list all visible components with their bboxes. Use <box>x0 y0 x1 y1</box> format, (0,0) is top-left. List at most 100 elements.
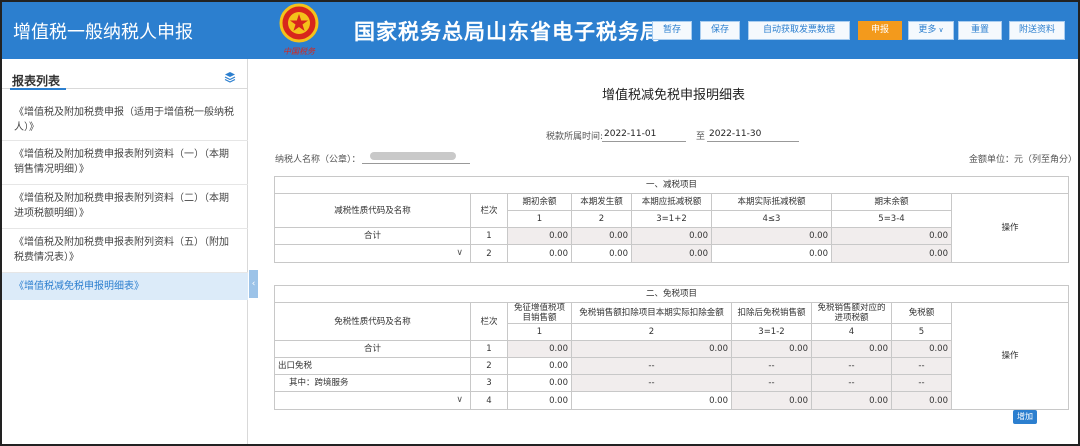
row-number: 1 <box>470 340 508 358</box>
table-row: 其中：跨境服务 3 0.00 -- -- -- -- <box>274 374 1069 392</box>
cell-value: 0.00 <box>731 391 812 410</box>
cell-value: -- <box>731 357 812 375</box>
more-menu-button[interactable]: 更多 ∨ <box>908 21 954 40</box>
cell-input[interactable]: 0.00 <box>571 391 732 410</box>
reduction-col-num: 3=1+2 <box>631 210 712 228</box>
cell-input[interactable]: 0.00 <box>507 244 572 263</box>
period-to-input[interactable] <box>707 126 799 142</box>
reduction-col-num: 1 <box>507 210 572 228</box>
exemption-col-op: 操作 <box>950 302 1070 410</box>
row-number: 1 <box>470 227 508 245</box>
exemption-col-name: 免税性质代码及名称 <box>274 302 471 341</box>
cell-value: 0.00 <box>891 340 952 358</box>
reduction-col-num: 2 <box>571 210 632 228</box>
exemption-col-row: 栏次 <box>470 302 508 341</box>
exemption-col-num: 5 <box>891 323 952 341</box>
reset-button[interactable]: 重置 <box>958 21 1002 40</box>
exemption-col-header: 免税销售额对应的进项税额 <box>811 302 892 324</box>
auto-fetch-invoice-button[interactable]: 自动获取发票数据 <box>748 21 850 40</box>
row-number: 2 <box>470 357 508 375</box>
reduction-code-select[interactable]: ∨ <box>274 244 471 263</box>
sidebar-header: 报表列表 <box>2 59 247 90</box>
exemption-col-num: 3=1-2 <box>731 323 812 341</box>
period-label: 税款所属时间: <box>546 132 604 142</box>
sidebar: 报表列表 《增值税及附加税费申报（适用于增值税一般纳税人）》 《增值税及附加税费… <box>2 59 248 444</box>
sidebar-title: 报表列表 <box>12 74 61 88</box>
layers-icon[interactable] <box>224 71 236 83</box>
cell-input[interactable]: 0.00 <box>711 244 832 263</box>
cell-input[interactable]: 0.00 <box>507 391 572 410</box>
op-cell: 增加 <box>1013 410 1037 424</box>
sidebar-item-schedule-5[interactable]: 《增值税及附加税费申报表附列资料（五）（附加税费情况表）》 <box>2 229 248 273</box>
reduction-col-num: 4≤3 <box>711 210 832 228</box>
cell-value: 0.00 <box>631 227 712 245</box>
cell-value: 0.00 <box>891 391 952 410</box>
chevron-down-icon: ∨ <box>456 248 463 258</box>
row-number: 3 <box>470 374 508 392</box>
cell-input[interactable]: 0.00 <box>507 357 572 375</box>
cell-value: 0.00 <box>711 227 832 245</box>
reduction-table: 一、减税项目 减税性质代码及名称 栏次 期初余额 本期发生额 本期应抵减税额 本… <box>273 176 1070 263</box>
cell-value: 0.00 <box>571 227 632 245</box>
row-name: 合计 <box>274 227 471 245</box>
cell-value: -- <box>731 374 812 392</box>
table-row: 合计 1 0.00 0.00 0.00 0.00 0.00 <box>274 227 1069 245</box>
cell-value: -- <box>811 374 892 392</box>
chevron-down-icon: ∨ <box>938 26 944 34</box>
cell-value: -- <box>571 374 732 392</box>
reduction-col-header: 本期实际抵减税额 <box>711 193 832 211</box>
period-to-label: 至 <box>696 132 706 142</box>
add-exemption-row-button[interactable]: 增加 <box>1013 410 1037 424</box>
exemption-col-header: 扣除后免税销售额 <box>731 302 812 324</box>
cell-value: -- <box>891 374 952 392</box>
exemption-table: 二、免税项目 免税性质代码及名称 栏次 免征增值税项目销售额 免税销售额扣除项目… <box>273 285 1070 410</box>
exemption-col-num: 1 <box>507 323 572 341</box>
tax-emblem-icon: 中国税务 <box>279 3 319 56</box>
reduction-col-num: 5=3-4 <box>831 210 952 228</box>
cell-value: 0.00 <box>631 244 712 263</box>
cell-value: 0.00 <box>831 244 952 263</box>
emblem-caption: 中国税务 <box>283 47 316 56</box>
amount-unit-label: 金额单位：元（列至角分） <box>969 155 1078 165</box>
table-row: ∨ 4 0.00 0.00 0.00 0.00 0.00 <box>274 391 1069 410</box>
cell-value: 0.00 <box>507 340 572 358</box>
taxpayer-name-field[interactable] <box>362 148 470 164</box>
reduction-col-name: 减税性质代码及名称 <box>274 193 471 228</box>
row-number: 4 <box>470 391 508 410</box>
exemption-col-header: 免税额 <box>891 302 952 324</box>
table-row: 合计 1 0.00 0.00 0.00 0.00 0.00 <box>274 340 1069 358</box>
table-row: 出口免税 2 0.00 -- -- -- -- <box>274 357 1069 375</box>
cell-value: 0.00 <box>811 391 892 410</box>
chevron-down-icon: ∨ <box>456 395 463 405</box>
cell-value: 0.00 <box>831 227 952 245</box>
cell-input[interactable]: 0.00 <box>507 374 572 392</box>
exemption-section-title: 二、免税项目 <box>273 285 1070 303</box>
cell-value: 0.00 <box>507 227 572 245</box>
cell-input[interactable]: 0.00 <box>571 244 632 263</box>
reduction-col-header: 本期应抵减税额 <box>631 193 712 211</box>
row-number: 2 <box>470 244 508 263</box>
sidebar-title-underline <box>10 88 66 90</box>
sidebar-item-vat-return[interactable]: 《增值税及附加税费申报（适用于增值税一般纳税人）》 <box>2 101 248 141</box>
reduction-col-header: 本期发生额 <box>571 193 632 211</box>
declare-button[interactable]: 申报 <box>858 21 902 40</box>
app-window: 增值税一般纳税人申报 中国税务 国家税务总局山东省电子税务局 暂存 保存 自动获… <box>0 0 1080 446</box>
exemption-code-select[interactable]: ∨ <box>274 391 471 410</box>
exemption-col-num: 2 <box>571 323 732 341</box>
cell-value: 0.00 <box>811 340 892 358</box>
more-label: 更多 <box>918 25 937 35</box>
exemption-col-num: 4 <box>811 323 892 341</box>
row-name: 其中：跨境服务 <box>274 374 471 392</box>
save-draft-button[interactable]: 暂存 <box>652 21 692 40</box>
save-button[interactable]: 保存 <box>700 21 740 40</box>
sidebar-item-schedule-2[interactable]: 《增值税及附加税费申报表附列资料（二）（本期进项税额明细）》 <box>2 185 248 229</box>
attach-materials-button[interactable]: 附送资料 <box>1009 21 1065 40</box>
sidebar-item-schedule-1[interactable]: 《增值税及附加税费申报表附列资料（一）（本期销售情况明细）》 <box>2 141 248 185</box>
bureau-title: 国家税务总局山东省电子税务局 <box>354 20 662 44</box>
reduction-col-header: 期末余额 <box>831 193 952 211</box>
row-name: 出口免税 <box>274 357 471 375</box>
collapse-sidebar-icon[interactable]: ‹ <box>249 270 258 298</box>
reduction-col-op: 操作 <box>950 193 1070 263</box>
period-from-input[interactable] <box>602 126 686 142</box>
sidebar-item-reduction-detail[interactable]: 《增值税减免税申报明细表》 <box>2 273 248 300</box>
